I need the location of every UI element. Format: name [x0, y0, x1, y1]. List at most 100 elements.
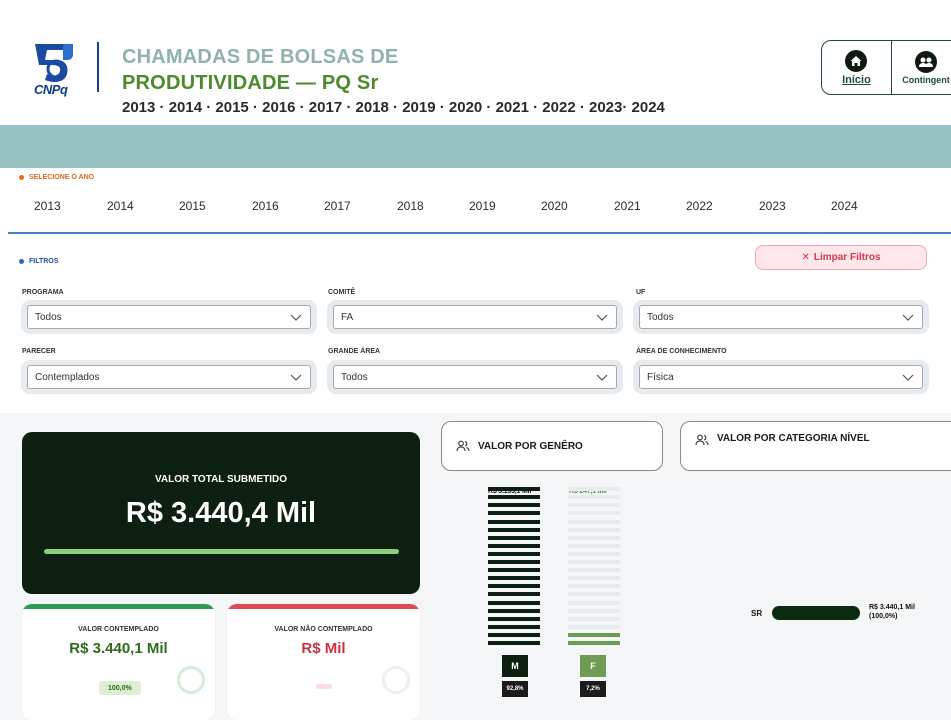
- year-option-2021[interactable]: 2021: [614, 199, 641, 213]
- nav-group: Início Contingent: [821, 40, 951, 95]
- grande-area-dropdown-wrap: Todos: [327, 360, 623, 394]
- gender-f-bar-segment: [568, 584, 620, 589]
- contingent-button[interactable]: Contingent: [890, 41, 951, 94]
- cnpq-logo-icon: [35, 44, 73, 82]
- total-submitted-value: R$ 3.440,4 Mil: [125, 497, 317, 529]
- comite-value: FA: [341, 311, 354, 323]
- gender-m-bar-segment: [488, 560, 540, 564]
- close-icon: ✕: [801, 252, 810, 263]
- year-option-2020[interactable]: 2020: [541, 199, 568, 213]
- gender-f-bar-segment: [568, 511, 620, 516]
- category-sr-value-amount: R$ 3.440,1 Mil: [869, 604, 915, 611]
- gender-f-bar-segment: [568, 543, 620, 548]
- programa-value: Todos: [35, 311, 62, 323]
- total-submitted-card: VALOR TOTAL SUBMETIDO R$ 3.440,4 Mil: [22, 432, 420, 594]
- gender-m-bar-segment: [488, 551, 540, 556]
- gender-f-bar-segment: [568, 503, 620, 508]
- header-divider: [97, 42, 99, 92]
- chevron-down-icon: [290, 314, 302, 321]
- year-option-2024[interactable]: 2024: [831, 199, 858, 213]
- gender-f-bar-segment: [568, 600, 620, 605]
- area-conhecimento-dropdown-wrap: Física: [633, 360, 929, 394]
- year-option-2016[interactable]: 2016: [252, 199, 279, 213]
- clear-filters-label: Limpar Filtros: [813, 252, 881, 263]
- cnpq-wordmark: CNPq: [34, 82, 68, 97]
- blue-dot-icon: [19, 259, 24, 264]
- year-option-2018[interactable]: 2018: [397, 199, 424, 213]
- year-option-2023[interactable]: 2023: [759, 199, 786, 213]
- gender-m-bar-segment: [488, 641, 540, 645]
- gender-m-bar-segment: [488, 495, 540, 500]
- parecer-dropdown[interactable]: Contemplados: [27, 365, 311, 389]
- grande-area-value: Todos: [341, 371, 368, 383]
- gender-m-bar-segment: [488, 592, 540, 597]
- parecer-label: PARECER: [22, 348, 56, 355]
- page-title-line1: CHAMADAS DE BOLSAS DE: [122, 46, 399, 68]
- year-selector-label: SELECIONE O ANO: [19, 174, 94, 181]
- gender-f-bar-segment: [568, 641, 620, 645]
- gender-m-bar-segment: [488, 568, 540, 573]
- chevron-down-icon: [902, 374, 914, 381]
- year-option-2015[interactable]: 2015: [179, 199, 206, 213]
- gender-f-bar-segment: [568, 568, 620, 573]
- programa-dropdown[interactable]: Todos: [27, 305, 311, 329]
- year-option-2019[interactable]: 2019: [469, 199, 496, 213]
- parecer-value: Contemplados: [35, 371, 100, 383]
- category-panel-button[interactable]: VALOR POR CATEGORIA NÍVEL: [680, 421, 951, 471]
- not-contemplated-title: VALOR NÃO CONTEMPLADO: [274, 626, 373, 633]
- home-label: Início: [842, 73, 871, 86]
- uf-dropdown-wrap: Todos: [633, 300, 929, 334]
- gender-f-bar-segment: [568, 624, 620, 629]
- contemplated-ring-icon: [177, 666, 205, 694]
- gender-m-bar-segment: [488, 543, 540, 548]
- year-option-2014[interactable]: 2014: [107, 199, 134, 213]
- chevron-down-icon: [596, 314, 608, 321]
- year-option-2022[interactable]: 2022: [686, 199, 713, 213]
- gender-f-bar-segment: [568, 616, 620, 621]
- chevron-down-icon: [596, 374, 608, 381]
- comite-dropdown[interactable]: FA: [333, 305, 617, 329]
- users-icon: [695, 434, 709, 446]
- gender-f-bar-segment: [568, 487, 620, 492]
- category-panel-title: VALOR POR CATEGORIA NÍVEL: [717, 433, 870, 444]
- year-option-2013[interactable]: 2013: [34, 199, 61, 213]
- chevron-down-icon: [902, 314, 914, 321]
- years-subtitle: 2013 · 2014 · 2015 · 2016 · 2017 · 2018 …: [122, 99, 665, 116]
- gender-m-bar-segment: [488, 624, 540, 629]
- total-submitted-bar: [44, 549, 399, 554]
- year-option-2017[interactable]: 2017: [324, 199, 351, 213]
- year-selector-label-text: SELECIONE O ANO: [29, 174, 95, 181]
- grande-area-dropdown[interactable]: Todos: [333, 365, 617, 389]
- clear-filters-button[interactable]: ✕ Limpar Filtros: [755, 245, 927, 270]
- cnpq-logo: CNPq: [33, 40, 75, 97]
- gender-m-bar-segment: [488, 584, 540, 589]
- category-sr-value-percent: (100,0%): [869, 613, 898, 620]
- home-icon: [845, 49, 868, 72]
- uf-dropdown[interactable]: Todos: [639, 305, 923, 329]
- area-conhecimento-dropdown[interactable]: Física: [639, 365, 923, 389]
- gender-m-bar-segment: [488, 519, 540, 524]
- users-icon: [456, 440, 470, 452]
- gender-m-bar-segment: [488, 535, 540, 540]
- gender-f-bar-segment: [568, 495, 620, 500]
- gender-m-bar-segment: [488, 527, 540, 532]
- contemplated-value: R$ 3.440,1 Mil: [69, 640, 168, 657]
- gender-f-bar-segment: [568, 560, 620, 564]
- grande-area-label: GRANDE ÁREA: [328, 348, 381, 355]
- category-sr-bar: [772, 606, 860, 620]
- gender-f-bar-segment: [568, 527, 620, 532]
- gender-f-bar-segment: [568, 576, 620, 581]
- gender-m-bar-segment: [488, 511, 540, 516]
- contemplated-title: VALOR CONTEMPLADO: [78, 626, 159, 633]
- gender-m-percent: 92,8%: [502, 681, 528, 697]
- home-button[interactable]: Início: [822, 41, 891, 94]
- gender-f-bar-segment: [568, 535, 620, 540]
- contemplated-percent-badge: 100,0%: [99, 681, 141, 695]
- contingent-label: Contingent: [902, 74, 950, 85]
- gender-m-bar-segment: [488, 600, 540, 605]
- orange-dot-icon: [19, 175, 24, 180]
- gender-panel-button[interactable]: VALOR POR GENÊRO: [441, 421, 663, 471]
- people-group-icon: [914, 50, 937, 73]
- filters-label-text: FILTROS: [29, 258, 59, 265]
- gender-panel-title: VALOR POR GENÊRO: [478, 440, 583, 452]
